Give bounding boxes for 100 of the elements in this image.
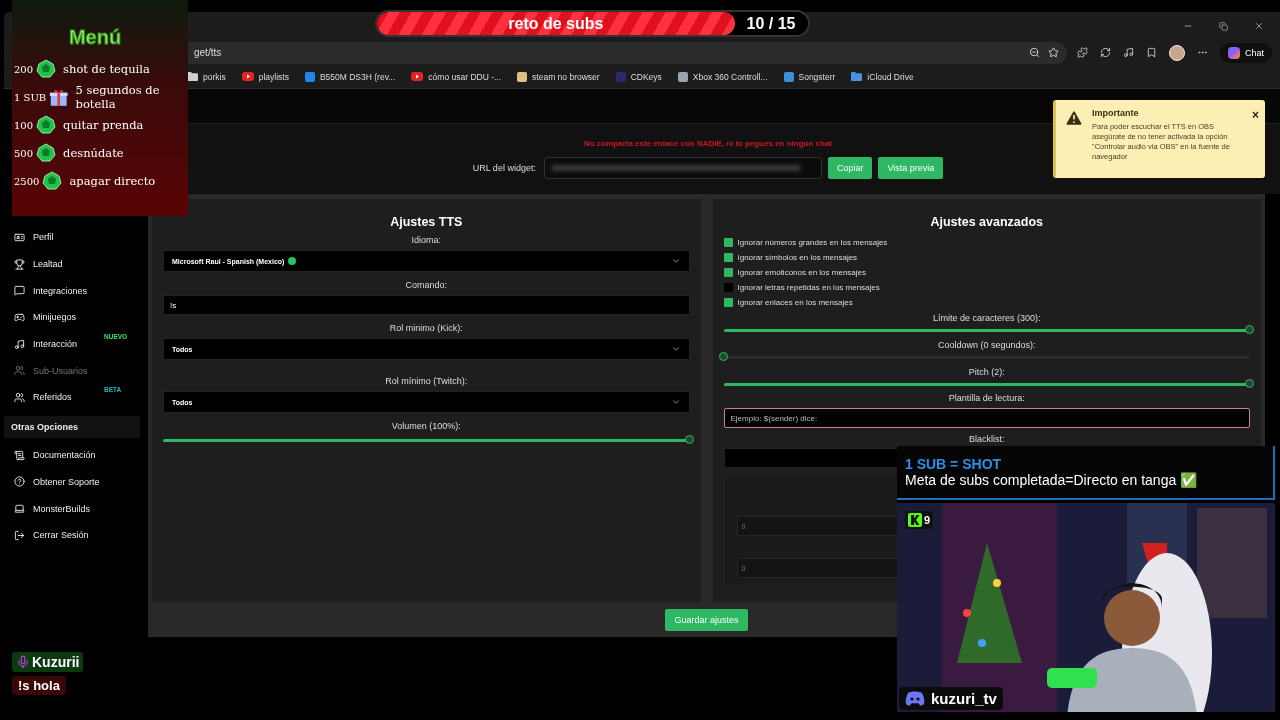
url-text: get/tts	[194, 47, 222, 58]
bookmark[interactable]: steam no browser	[517, 71, 600, 82]
checkbox[interactable]	[723, 283, 733, 292]
close-icon[interactable]	[1254, 21, 1264, 31]
field-label: Rol mínimo (Twitch):	[385, 376, 468, 386]
field-label: Plantilla de lectura:	[948, 393, 1025, 403]
chat-message: !s hola	[12, 676, 66, 695]
checkbox-option[interactable]: Ignorar emoticonos en los mensajes	[723, 265, 1250, 280]
star-icon[interactable]	[1048, 47, 1059, 58]
sidebar-item[interactable]: Obtener Soporte	[4, 468, 140, 496]
field-label: Volumen (100%):	[391, 421, 461, 431]
option-label: Ignorar enlaces en los mensajes	[737, 298, 853, 307]
slider-handle[interactable]	[1245, 379, 1254, 388]
chat-button[interactable]: Chat	[1220, 42, 1272, 63]
goal-count: 10 / 15	[745, 13, 797, 34]
option-label: Ignorar letras repetidas en los mensajes	[737, 283, 880, 292]
option-label: Ignorar emoticonos en los mensajes	[737, 268, 866, 277]
menu-title: Menú	[68, 26, 122, 49]
reward-text: apagar directo	[69, 174, 156, 188]
users-icon	[14, 391, 25, 403]
field-label: Comando:	[405, 280, 447, 290]
option-label: Ignorar símbolos en los mensajes	[737, 253, 858, 262]
bookmark[interactable]: iCloud Drive	[851, 71, 914, 82]
slider-handle[interactable]	[1245, 325, 1254, 334]
channel-name: kuzuri_tv	[931, 690, 997, 707]
caret-icon	[670, 344, 681, 354]
reward-text: shot de tequila	[63, 62, 150, 76]
input-field[interactable]: !s	[163, 295, 690, 315]
logo-icon	[905, 691, 925, 706]
users-icon	[14, 365, 25, 377]
sync-icon[interactable]	[1100, 47, 1111, 58]
gem-icon	[36, 115, 57, 135]
favorites-icon[interactable]	[1146, 47, 1157, 58]
zoom-out-icon[interactable]	[1029, 47, 1040, 58]
sidebar-item[interactable]: Minijuegos	[4, 304, 140, 331]
field-label: Pitch (2):	[968, 367, 1005, 377]
profile-avatar[interactable]	[1169, 44, 1185, 61]
restore-icon[interactable]	[1219, 21, 1228, 31]
checkbox[interactable]	[723, 298, 733, 307]
reward-cost: 1 SUB	[14, 91, 47, 103]
sidebar-item[interactable]: Perfil	[4, 224, 140, 251]
reward-text: desnúdate	[63, 146, 124, 160]
bookmark[interactable]: Songsterr	[783, 71, 836, 82]
warning-icon	[1064, 108, 1084, 128]
warning-text: No comparta este enlace con NADIE, ni lo pegues en ningún chat	[583, 139, 832, 148]
bookmark[interactable]: playlists	[241, 71, 289, 82]
message-icon	[14, 285, 25, 297]
checkbox-option[interactable]: Ignorar letras repetidas en los mensajes	[723, 280, 1250, 295]
field-label: URL del widget:	[472, 163, 536, 173]
sidebar-item[interactable]: Integraciones	[4, 277, 140, 305]
reward-text: quitar prenda	[63, 118, 144, 132]
blacklist-field[interactable]	[723, 448, 898, 468]
checkbox[interactable]	[723, 238, 733, 247]
slider-handle[interactable]	[684, 435, 694, 444]
banner-text: Meta de subs completada=Directo en tanga ✅	[905, 472, 1199, 488]
bookmark[interactable]: CDKeys	[615, 71, 662, 82]
caret-icon	[670, 256, 681, 266]
microphone-icon	[16, 655, 30, 669]
template-field[interactable]: Ejemplo: $(sender) dice:	[723, 408, 1250, 428]
music-icon[interactable]	[1123, 47, 1134, 58]
chat-logo-icon	[1228, 46, 1240, 59]
sidebar-item[interactable]: MonsterBuilds	[4, 495, 140, 522]
trophy-icon	[14, 258, 25, 270]
sidebar-item[interactable]: Cerrar Sesión	[4, 521, 140, 549]
gamepad-icon	[14, 311, 25, 323]
banner-headline: 1 SUB = SHOT	[905, 456, 1003, 472]
close-button[interactable]: ×	[1252, 108, 1259, 122]
checkbox[interactable]	[723, 253, 733, 262]
url-field[interactable]	[543, 157, 822, 179]
reward-cost: 2500	[14, 175, 40, 187]
checkbox-option[interactable]: Ignorar números grandes en los mensajes	[723, 235, 1250, 250]
bookmark[interactable]: Xbox 360 Controll...	[677, 71, 768, 82]
scroll-icon	[14, 449, 25, 461]
reward-cost: 200	[14, 63, 34, 75]
field-label: Blacklist:	[969, 434, 1005, 444]
puzzle-icon[interactable]	[1077, 47, 1088, 58]
checkbox[interactable]	[723, 268, 733, 277]
id-card-icon	[14, 231, 25, 243]
music-icon	[14, 338, 25, 350]
field-label: Límite de caracteres (300):	[932, 313, 1041, 323]
checkbox-option[interactable]: Ignorar símbolos en los mensajes	[723, 250, 1250, 265]
bookmark[interactable]: porkis	[187, 71, 226, 82]
help-icon	[14, 476, 25, 488]
laptop-icon	[14, 503, 25, 515]
gem-icon	[36, 143, 57, 163]
checkbox-option[interactable]: Ignorar enlaces en los mensajes	[723, 295, 1250, 310]
goal-label: reto de subs	[508, 14, 604, 33]
sidebar-item[interactable]: Lealtad	[4, 250, 140, 278]
logout-icon	[14, 529, 25, 541]
card-title: Ajustes avanzados	[929, 215, 1044, 229]
slider-handle[interactable]	[718, 352, 728, 361]
bookmark[interactable]: B550M DS3H (rev...	[304, 71, 396, 82]
chat-username: Kuzurii	[12, 652, 84, 672]
sidebar-item[interactable]: Documentación	[4, 441, 140, 469]
reward-text: 5 segundos de botella	[75, 83, 161, 111]
card-title: Ajustes TTS	[389, 215, 464, 229]
field-label: Idioma:	[411, 235, 441, 245]
bookmark[interactable]: cómo usar DDU -...	[411, 71, 502, 82]
caret-icon	[670, 397, 681, 407]
gem-icon	[42, 171, 63, 191]
